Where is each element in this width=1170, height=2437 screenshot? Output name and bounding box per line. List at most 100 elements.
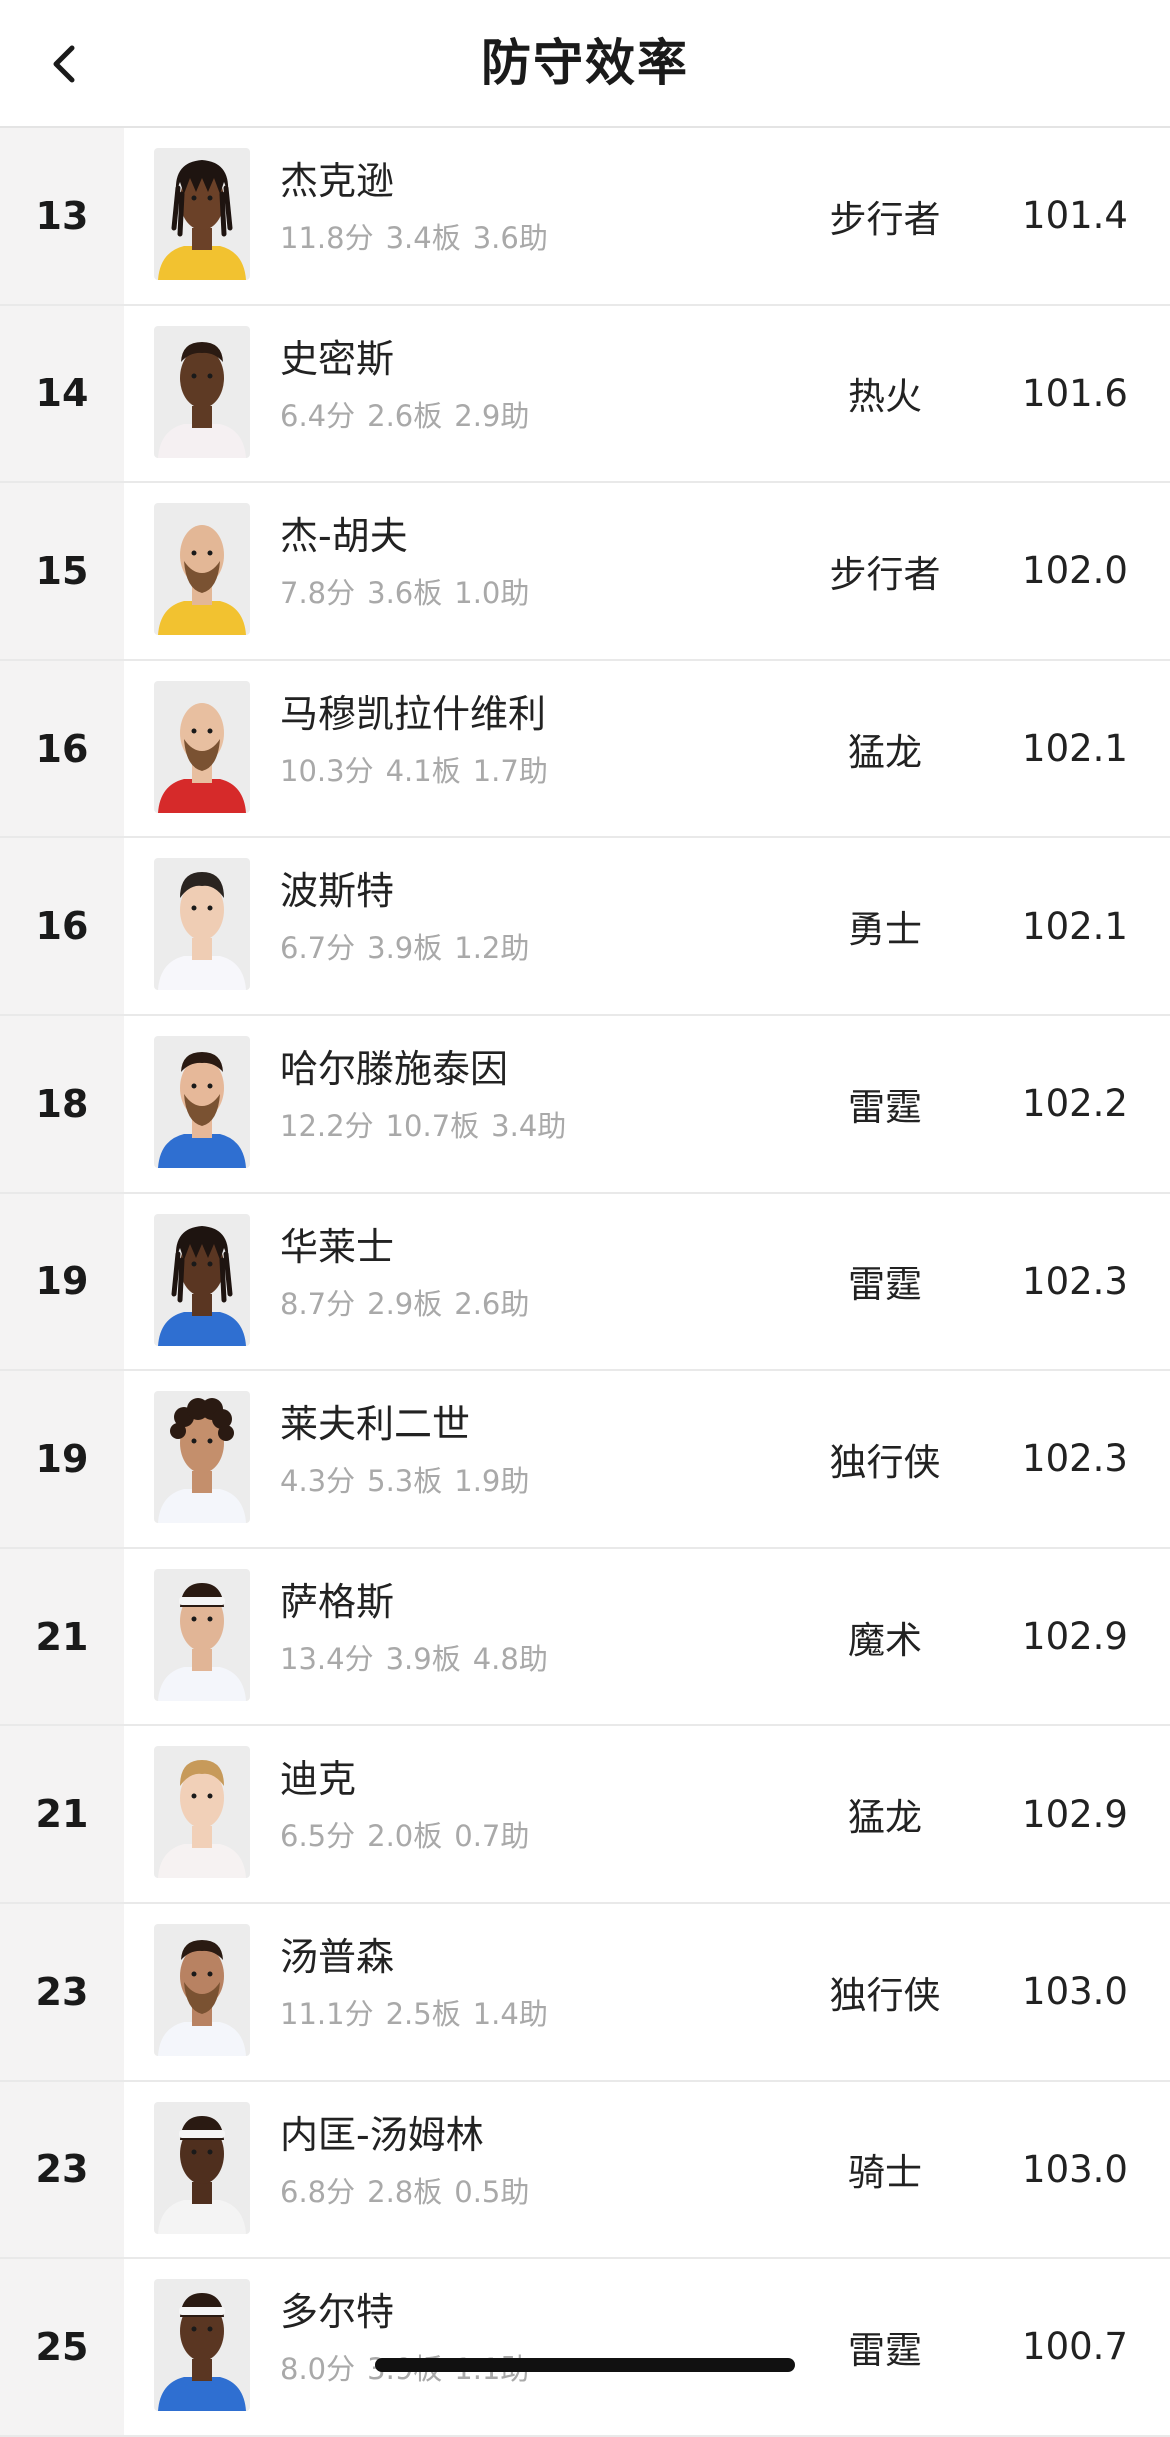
rebounds-stat: 5.3板 bbox=[367, 1464, 443, 1499]
rank-number: 23 bbox=[0, 1903, 124, 2080]
rank-number: 14 bbox=[0, 305, 124, 482]
defensive-rating: 101.6 bbox=[1022, 371, 1128, 415]
defensive-rating: 102.3 bbox=[1022, 1259, 1128, 1303]
player-name: 杰克逊 bbox=[280, 159, 395, 203]
player-stats: 6.5分 2.0板 0.7助 bbox=[280, 1818, 541, 1854]
assists-stat: 3.4助 bbox=[491, 1108, 567, 1143]
team-name: 步行者 bbox=[829, 197, 941, 241]
defensive-rating: 102.2 bbox=[1022, 1082, 1128, 1126]
player-avatar[interactable] bbox=[154, 680, 250, 813]
rank-number: 18 bbox=[0, 1015, 124, 1192]
player-row[interactable]: 13 杰克逊 11.8分 3.4板 3.6助 步行者 101.4 bbox=[0, 128, 1170, 306]
team-name: 骑士 bbox=[848, 2151, 922, 2195]
player-name: 华莱士 bbox=[280, 1224, 395, 1269]
player-row[interactable]: 23 汤普森 11.1分 2.5板 1.4助 独行侠 103.0 bbox=[0, 1903, 1170, 2082]
team-name: 猛龙 bbox=[848, 730, 922, 774]
player-stats: 13.4分 3.9板 4.8助 bbox=[280, 1641, 560, 1677]
points-stat: 7.8分 bbox=[280, 576, 356, 611]
player-stats: 11.1分 2.5板 1.4助 bbox=[280, 1996, 560, 2032]
player-name: 史密斯 bbox=[280, 336, 395, 381]
rebounds-stat: 3.9板 bbox=[367, 931, 443, 966]
player-avatar[interactable] bbox=[154, 503, 250, 636]
rank-number: 21 bbox=[0, 1548, 124, 1725]
rank-number: 15 bbox=[0, 483, 124, 659]
player-name: 波斯特 bbox=[280, 869, 395, 914]
rank-number: 21 bbox=[0, 1726, 124, 1902]
rank-number: 16 bbox=[0, 660, 124, 837]
defensive-rating: 103.0 bbox=[1022, 2147, 1128, 2191]
player-row[interactable]: 18 哈尔滕施泰因 12.2分 10.7板 3.4助 雷霆 102.2 bbox=[0, 1015, 1170, 1194]
player-avatar[interactable] bbox=[154, 2279, 250, 2412]
rank-number: 25 bbox=[0, 2259, 124, 2435]
player-avatar[interactable] bbox=[154, 1746, 250, 1879]
rank-number: 16 bbox=[0, 838, 124, 1014]
defensive-rating: 102.9 bbox=[1022, 1792, 1128, 1836]
rebounds-stat: 3.4板 bbox=[385, 221, 461, 255]
points-stat: 8.0分 bbox=[280, 2352, 356, 2387]
player-row[interactable]: 19 华莱士 8.7分 2.9板 2.6助 雷霆 102.3 bbox=[0, 1193, 1170, 1372]
player-name: 萨格斯 bbox=[280, 1579, 395, 1624]
points-stat: 11.1分 bbox=[280, 1996, 374, 2031]
assists-stat: 0.7助 bbox=[454, 1819, 530, 1854]
player-avatar[interactable] bbox=[154, 1035, 250, 1168]
player-row[interactable]: 21 迪克 6.5分 2.0板 0.7助 猛龙 102.9 bbox=[0, 1726, 1170, 1904]
player-stats: 4.3分 5.3板 1.9助 bbox=[280, 1463, 541, 1499]
points-stat: 10.3分 bbox=[280, 753, 374, 788]
player-row[interactable]: 19 莱夫利二世 4.3分 5.3板 1.9助 独行侠 102.3 bbox=[0, 1371, 1170, 1549]
nav-header: 防守效率 bbox=[0, 0, 1170, 128]
points-stat: 8.7分 bbox=[280, 1286, 356, 1321]
points-stat: 12.2分 bbox=[280, 1108, 374, 1143]
team-name: 雷霆 bbox=[848, 1085, 922, 1129]
player-avatar[interactable] bbox=[154, 1568, 250, 1701]
player-avatar[interactable] bbox=[154, 2101, 250, 2234]
player-avatar[interactable] bbox=[154, 1923, 250, 2056]
points-stat: 13.4分 bbox=[280, 1641, 374, 1676]
points-stat: 6.5分 bbox=[280, 1819, 356, 1854]
assists-stat: 4.8助 bbox=[472, 1641, 548, 1676]
player-name: 内匡-汤姆林 bbox=[280, 2112, 484, 2157]
rebounds-stat: 2.6板 bbox=[367, 398, 443, 433]
player-row[interactable]: 14 史密斯 6.4分 2.6板 2.9助 热火 101.6 bbox=[0, 305, 1170, 484]
player-avatar[interactable] bbox=[154, 148, 250, 280]
rank-number: 19 bbox=[0, 1193, 124, 1370]
rebounds-stat: 10.7板 bbox=[385, 1108, 480, 1143]
points-stat: 6.4分 bbox=[280, 398, 356, 433]
rebounds-stat: 3.9板 bbox=[385, 1641, 461, 1676]
team-name: 独行侠 bbox=[829, 1440, 941, 1484]
assists-stat: 2.6助 bbox=[454, 1286, 530, 1321]
player-avatar[interactable] bbox=[154, 325, 250, 458]
assists-stat: 1.2助 bbox=[454, 931, 530, 966]
defensive-rating: 102.1 bbox=[1022, 727, 1128, 771]
defensive-rating: 102.9 bbox=[1022, 1615, 1128, 1659]
player-row[interactable]: 21 萨格斯 13.4分 3.9板 4.8助 魔术 102.9 bbox=[0, 1548, 1170, 1727]
home-indicator[interactable] bbox=[375, 2358, 795, 2372]
player-name: 汤普森 bbox=[280, 1934, 395, 1979]
player-row[interactable]: 16 波斯特 6.7分 3.9板 1.2助 勇士 102.1 bbox=[0, 838, 1170, 1016]
player-avatar[interactable] bbox=[154, 1213, 250, 1346]
player-row[interactable]: 15 杰-胡夫 7.8分 3.6板 1.0助 步行者 102.0 bbox=[0, 483, 1170, 661]
rank-number: 19 bbox=[0, 1371, 124, 1547]
ranking-list: 13 杰克逊 11.8分 3.4板 3.6助 步行者 101.4 14 史密斯 6.4分 2.6板 2… bbox=[0, 128, 1170, 2437]
player-row[interactable]: 23 内匡-汤姆林 6.8分 2.8板 0.5助 骑士 103.0 bbox=[0, 2081, 1170, 2260]
player-stats: 6.4分 2.6板 2.9助 bbox=[280, 398, 541, 434]
assists-stat: 1.4助 bbox=[472, 1996, 548, 2031]
team-name: 步行者 bbox=[829, 552, 941, 596]
player-avatar[interactable] bbox=[154, 858, 250, 991]
team-name: 勇士 bbox=[848, 908, 922, 952]
rebounds-stat: 2.9板 bbox=[367, 1286, 443, 1321]
player-name: 莱夫利二世 bbox=[280, 1402, 471, 1447]
player-avatar[interactable] bbox=[154, 1391, 250, 1524]
player-row[interactable]: 16 马穆凯拉什维利 10.3分 4.1板 1.7助 猛龙 102.1 bbox=[0, 660, 1170, 839]
player-stats: 8.7分 2.9板 2.6助 bbox=[280, 1286, 541, 1322]
player-name: 哈尔滕施泰因 bbox=[280, 1046, 509, 1091]
rank-number: 13 bbox=[0, 128, 124, 304]
assists-stat: 0.5助 bbox=[454, 2174, 530, 2209]
team-name: 雷霆 bbox=[848, 2328, 922, 2372]
player-stats: 7.8分 3.6板 1.0助 bbox=[280, 575, 541, 611]
team-name: 独行侠 bbox=[829, 1973, 941, 2017]
player-name: 迪克 bbox=[280, 1757, 357, 1802]
rebounds-stat: 3.6板 bbox=[367, 576, 443, 611]
player-row[interactable]: 25多尔特8.0分3.9板1.1助雷霆100.7 bbox=[0, 2259, 1170, 2437]
defensive-rating: 102.1 bbox=[1022, 904, 1128, 948]
defensive-rating: 100.7 bbox=[1022, 2325, 1128, 2369]
